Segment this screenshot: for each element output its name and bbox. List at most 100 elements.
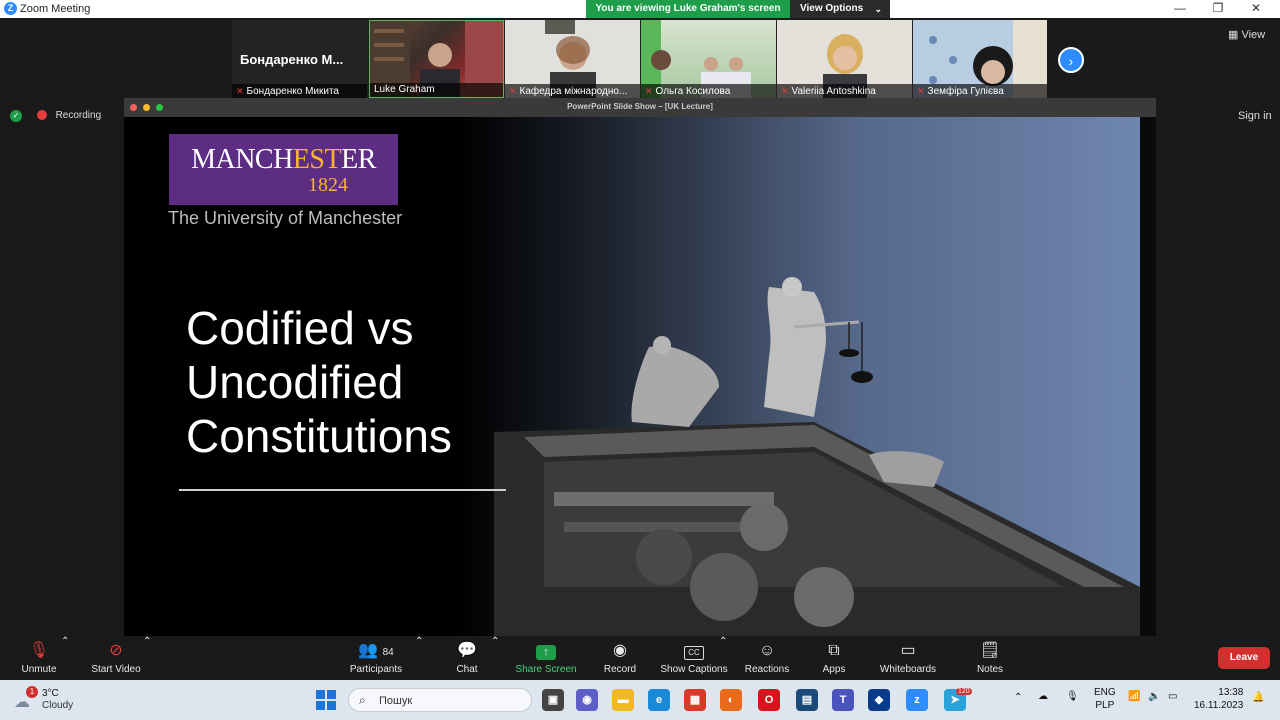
task-view-icon[interactable]: ▣ [542,689,564,711]
logo-text-part2: EST [292,144,342,175]
video-tile-label: Кафедра міжнародно... [519,86,628,97]
recording-dot-icon [36,110,47,121]
notification-bell-icon[interactable]: 🔔 [1252,692,1264,703]
video-tile[interactable]: Бондаренко М... ✕ Бондаренко Микита [232,20,367,98]
view-options-button[interactable]: View Options ⌄ [790,0,890,18]
volume-icon[interactable]: 🔈 [1148,691,1160,702]
apps-button[interactable]: ⧉ Apps [818,636,850,680]
chat-chevron-icon[interactable]: ⌃ [491,636,499,680]
video-options-chevron-icon[interactable]: ⌃ [143,636,151,680]
edge-icon[interactable]: e [648,689,670,711]
logo-text-part1: MANCH [191,144,293,175]
app-icon[interactable]: ▤ [796,689,818,711]
record-button[interactable]: ◉ Record [600,636,640,680]
video-tile[interactable]: ✕ Кафедра міжнародно... [505,20,640,98]
windows-taskbar: ☁ 1 3°C Cloudy ⌕ Пошук ▣ ◉ ▬ e ▦ ◐ O ▤ T… [0,680,1280,720]
clock-time: 13:38 [1218,687,1244,698]
zoom-taskbar-icon[interactable]: z [906,689,928,711]
video-tile[interactable]: ✕ Земфіра Гулієва [913,20,1047,98]
video-tile[interactable]: ✕ Ольга Косилова [641,20,776,98]
whiteboards-label: Whiteboards [879,664,937,675]
opera-icon[interactable]: O [758,689,780,711]
video-tile-label: Бондаренко Микита [246,86,339,97]
start-video-button[interactable]: ⊘ Start Video [84,636,148,680]
video-tile-label: Luke Graham [374,84,435,95]
clock-date: 16.11.2023 [1194,700,1244,711]
video-tile-name: ✕ Земфіра Гулієва [913,84,1047,98]
mic-muted-icon: ✕ [917,86,925,96]
slide-title-line: Constitutions [186,410,452,462]
whiteboards-button[interactable]: ▭ Whiteboards [876,636,940,680]
record-label: Record [603,664,637,675]
mic-muted-icon: ✕ [509,86,517,96]
tray-chevron-icon[interactable]: ⌃ [1014,692,1022,703]
store-icon[interactable]: ▦ [684,689,706,711]
gallery-next-button[interactable]: › [1058,47,1084,73]
reactions-label: Reactions [744,664,790,675]
close-icon[interactable]: ✕ [1246,1,1266,15]
divider [179,489,506,491]
apps-label: Apps [822,664,846,675]
minimize-icon[interactable]: — [1170,1,1190,15]
firefox-icon[interactable]: ◐ [720,689,742,711]
chevron-right-icon: › [1068,53,1074,69]
weather-badge: 1 [26,686,38,698]
view-label: View [1241,29,1266,41]
view-button[interactable]: ▦ View [1228,28,1265,41]
university-logo: MANCHESTER 1824 [169,134,398,205]
zoom-logo-icon: Z [4,2,17,15]
notes-label: Notes [976,664,1004,675]
logo-text-part3: ER [341,144,376,175]
search-placeholder: Пошук [379,695,413,707]
dropbox-icon[interactable]: ◆ [868,689,890,711]
video-tile[interactable]: Luke Graham [369,20,504,98]
language-indicator[interactable]: ENG PLP [1094,686,1116,712]
maximize-icon[interactable]: ❐ [1208,1,1228,15]
participants-icon-group: 👥 84 [343,642,409,662]
onedrive-icon[interactable]: ☁ [1038,691,1048,702]
share-screen-button[interactable]: ↑ Share Screen [514,636,578,680]
reactions-icon: ☺ [758,642,776,659]
mic-off-icon: 🎙 [28,642,50,659]
clock[interactable]: 13:38 16.11.2023 [1194,686,1243,712]
mic-muted-icon: ✕ [645,86,653,96]
whiteboard-icon: ▭ [900,642,916,659]
start-button[interactable] [316,690,336,710]
teams-icon[interactable]: T [832,689,854,711]
teams-chat-icon[interactable]: ◉ [576,689,598,711]
grid-icon: ▦ [1228,29,1239,41]
video-tile-label: Valeriia Antoshkina [791,86,876,97]
participants-icon: 👥 [358,642,379,659]
shared-screen: PowerPoint Slide Show – [UK Lecture] MAN [124,98,1156,636]
participants-chevron-icon[interactable]: ⌃ [415,636,423,680]
video-off-icon: ⊘ [109,642,123,659]
participants-button[interactable]: 👥 84 Participants [343,636,409,680]
leave-button[interactable]: Leave [1218,647,1270,669]
slide-title-line: Uncodified [186,356,404,408]
unmute-label: Unmute [21,664,57,675]
audio-options-chevron-icon[interactable]: ⌃ [61,636,69,680]
video-tile-name: ✕ Ольга Косилова [641,84,776,98]
video-tile-display-name: Бондаренко М... [240,52,344,67]
video-tile-label: Земфіра Гулієва [927,86,1004,97]
reactions-button[interactable]: ☺ Reactions [742,636,792,680]
start-video-label: Start Video [91,664,141,675]
chat-icon: 💬 [457,642,477,659]
notes-button[interactable]: 🗒 Notes [972,636,1008,680]
file-explorer-icon[interactable]: ▬ [612,689,634,711]
university-name: The University of Manchester [168,208,403,228]
chat-button[interactable]: 💬 Chat [452,636,482,680]
chevron-down-icon: ⌄ [874,4,882,14]
unmute-button[interactable]: 🎙 Unmute [14,636,64,680]
meeting-toolbar: 🎙 Unmute ⌃ ⊘ Start Video ⌃ 👥 84 Particip… [0,636,1280,680]
sign-in-link[interactable]: Sign in [1238,110,1272,122]
chat-label: Chat [456,664,478,675]
wifi-icon[interactable]: 📶 [1128,691,1140,702]
taskbar-search[interactable]: ⌕ Пошук [348,688,532,712]
battery-icon[interactable]: ▭ [1168,691,1177,702]
video-tile[interactable]: ✕ Valeriia Antoshkina [777,20,912,98]
captions-chevron-icon[interactable]: ⌃ [719,636,727,680]
microphone-icon[interactable]: 🎙 [1066,691,1079,702]
recording-label: Recording [55,110,102,121]
video-tile-label: Ольга Косилова [655,86,731,97]
